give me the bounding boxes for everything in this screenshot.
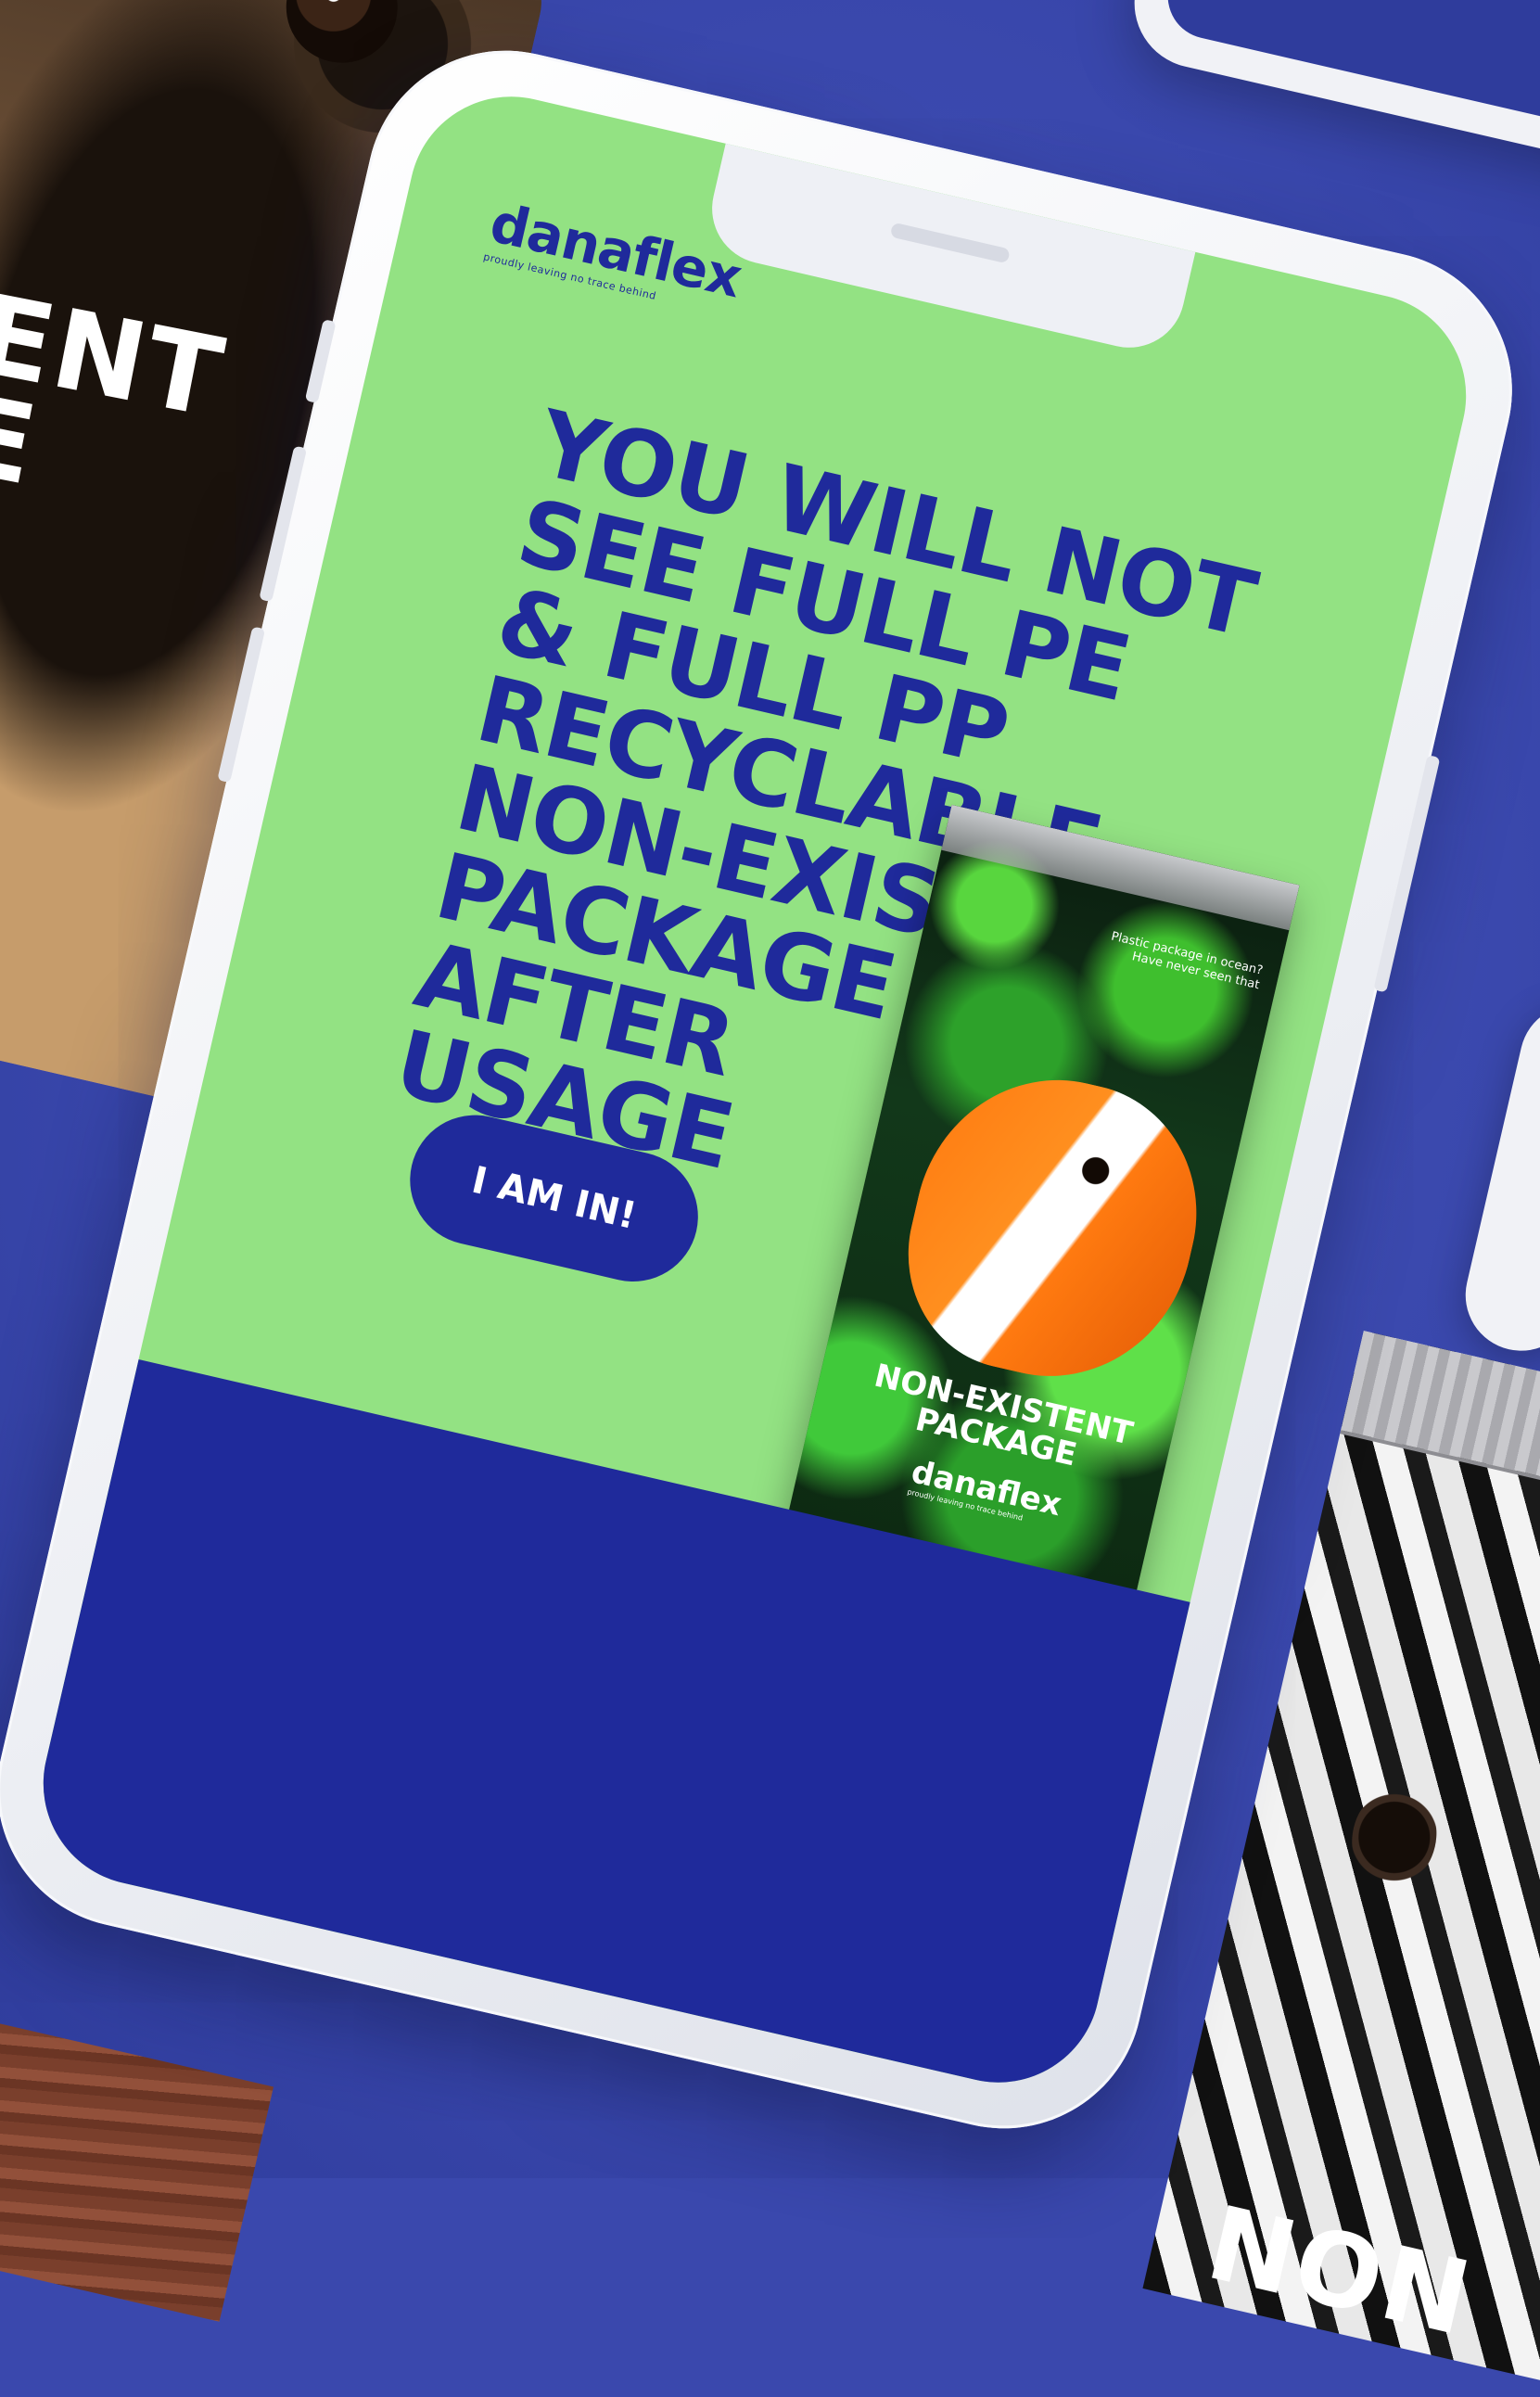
pug-card-text: ENT E <box>0 270 234 529</box>
poster-title: NON-EXISTENT PACKAGE <box>839 1353 1161 1489</box>
pug-eye <box>274 0 409 74</box>
zebra-package-text: NON <box>1197 2183 1483 2359</box>
phone-speaker <box>889 222 1011 264</box>
clownfish-image <box>885 1052 1223 1405</box>
zebra-eye <box>1342 1778 1447 1897</box>
danaflex-logo[interactable]: danaflex proudly leaving no trace behind <box>482 191 747 320</box>
poster-caption: Plastic package in ocean? Have never see… <box>1109 929 1265 993</box>
